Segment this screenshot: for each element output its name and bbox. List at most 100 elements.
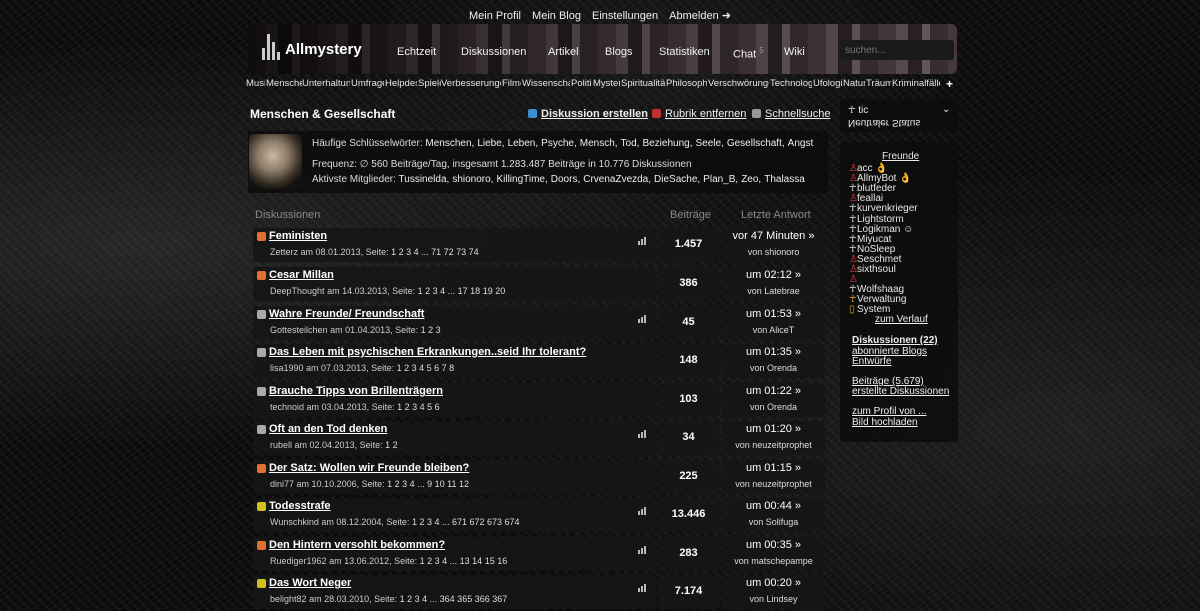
thread-last-time[interactable]: um 00:35 » (722, 539, 825, 551)
category-helpdesk[interactable]: Helpdesk (385, 78, 417, 89)
speaker-icon[interactable] (638, 315, 646, 323)
thread-title[interactable]: Todesstrafe (269, 500, 331, 512)
thread-last-author[interactable]: von Orenda (722, 363, 825, 373)
user-status[interactable]: Neutraler Status (848, 117, 920, 128)
thread-author[interactable]: dini77 (270, 479, 294, 489)
thread-pages[interactable]: 1 2 3 4 ... 17 18 19 20 (418, 286, 506, 296)
speaker-icon[interactable] (638, 584, 646, 592)
thread-author[interactable]: DeepThought (270, 286, 325, 296)
top-nav-blog[interactable]: Mein Blog (532, 10, 581, 22)
thread-author[interactable]: rubell (270, 440, 292, 450)
thread-title[interactable]: Feministen (269, 230, 327, 242)
thread-last-author[interactable]: von AliceT (722, 325, 825, 335)
member-link[interactable]: shionoro, (452, 174, 493, 185)
member-link[interactable]: Thalassa (764, 174, 805, 185)
thread-last-time[interactable]: um 02:12 » (722, 269, 825, 281)
sidebar-discussions-link[interactable]: Diskussionen (22) (852, 335, 938, 346)
search-input[interactable] (840, 40, 954, 60)
top-nav-profile[interactable]: Mein Profil (469, 10, 521, 22)
keyword-link[interactable]: Leben, (508, 138, 539, 149)
member-link[interactable]: Plan_B, (703, 174, 738, 185)
thread-author[interactable]: Wunschkind (270, 517, 319, 527)
keyword-link[interactable]: Beziehung, (642, 138, 692, 149)
sidebar-upload-link[interactable]: Bild hochladen (852, 417, 918, 428)
thread-title[interactable]: Das Leben mit psychischen Erkrankungen..… (269, 346, 586, 358)
thread-title[interactable]: Der Satz: Wollen wir Freunde bleiben? (269, 462, 469, 474)
nav-chat[interactable]: Chat 5 (733, 46, 764, 61)
category-technologie[interactable]: Technologie (770, 78, 812, 89)
thread-last-time[interactable]: um 00:44 » (722, 500, 825, 512)
friends-title[interactable]: Freunde (882, 151, 919, 162)
keyword-link[interactable]: Tod, (621, 138, 640, 149)
speaker-icon[interactable] (638, 507, 646, 515)
history-link[interactable]: zum Verlauf (875, 314, 928, 325)
category-spiele[interactable]: Spiele (418, 78, 441, 89)
thread-last-author[interactable]: von matschepampe (722, 556, 825, 566)
thread-author[interactable]: belight82 (270, 594, 307, 604)
member-link[interactable]: KillingTime, (496, 174, 547, 185)
member-link[interactable]: CrvenaZvezda, (583, 174, 651, 185)
thread-title[interactable]: Oft an den Tod denken (269, 423, 387, 435)
create-discussion-button[interactable]: Diskussion erstellen (528, 108, 648, 120)
category-wissenschaft[interactable]: Wissenschaft (522, 78, 570, 89)
category-spiritualitaet[interactable]: Spiritualität (621, 78, 665, 89)
sidebar-created-link[interactable]: erstellte Diskussionen (852, 386, 949, 397)
thread-title[interactable]: Cesar Millan (269, 269, 334, 281)
thread-last-time[interactable]: um 01:53 » (722, 308, 825, 320)
speaker-icon[interactable] (638, 430, 646, 438)
nav-diskussionen[interactable]: Diskussionen (461, 46, 526, 58)
keyword-link[interactable]: Gesellschaft, (727, 138, 785, 149)
thread-author[interactable]: Zetterz (270, 247, 298, 257)
category-natur[interactable]: Natur (843, 78, 865, 89)
member-link[interactable]: Doors, (551, 174, 580, 185)
thread-title[interactable]: Wahre Freunde/ Freundschaft (269, 308, 424, 320)
sidebar-drafts-link[interactable]: Entwürfe (852, 356, 891, 367)
chevron-down-icon[interactable]: ⌄ (942, 104, 950, 115)
thread-last-author[interactable]: von Orenda (722, 402, 825, 412)
keyword-link[interactable]: Seele, (695, 138, 723, 149)
category-traeume[interactable]: Träume (866, 78, 891, 89)
category-menschen[interactable]: Menschen (266, 78, 302, 89)
speaker-icon[interactable] (638, 237, 646, 245)
thread-pages[interactable]: 1 2 3 4 ... 9 10 11 12 (387, 479, 469, 489)
member-link[interactable]: Zeo, (741, 174, 761, 185)
member-link[interactable]: DieSache, (654, 174, 700, 185)
keyword-link[interactable]: Angst (788, 138, 814, 149)
thread-last-time[interactable]: um 01:15 » (722, 462, 825, 474)
thread-author[interactable]: Gottesteilchen (270, 325, 328, 335)
logo-icon[interactable] (262, 34, 280, 60)
thread-pages[interactable]: 1 2 3 4 ... 71 72 73 74 (391, 247, 479, 257)
sidebar-profile-link[interactable]: zum Profil von ... (852, 406, 926, 417)
thread-last-author[interactable]: von Solifuga (722, 517, 825, 527)
thread-author[interactable]: lisa1990 (270, 363, 304, 373)
category-ufologie[interactable]: Ufologie (813, 78, 842, 89)
thread-pages[interactable]: 1 2 3 4 5 6 7 8 (397, 363, 455, 373)
top-nav-settings[interactable]: Einstellungen (592, 10, 658, 22)
member-link[interactable]: Tussinelda, (399, 174, 450, 185)
nav-blogs[interactable]: Blogs (605, 46, 633, 58)
thread-title[interactable]: Den Hintern versohlt bekommen? (269, 539, 445, 551)
remove-category-button[interactable]: Rubrik entfernen (652, 108, 746, 120)
brand-name[interactable]: Allmystery (285, 41, 362, 58)
category-umfragen[interactable]: Umfragen (351, 78, 384, 89)
nav-wiki[interactable]: Wiki (784, 46, 805, 58)
nav-statistiken[interactable]: Statistiken (659, 46, 710, 58)
keyword-link[interactable]: Psyche, (541, 138, 577, 149)
keyword-link[interactable]: Mensch, (580, 138, 618, 149)
thread-author[interactable]: technoid (270, 402, 304, 412)
category-verschwoerungen[interactable]: Verschwörungen (708, 78, 769, 89)
category-philosophie[interactable]: Philosophie (666, 78, 707, 89)
thread-last-author[interactable]: von Lindsey (722, 594, 825, 604)
keyword-link[interactable]: Liebe, (477, 138, 504, 149)
thread-title[interactable]: Brauche Tipps von Brillenträgern (269, 385, 443, 397)
thread-pages[interactable]: 1 2 3 4 ... 13 14 15 16 (420, 556, 508, 566)
category-mystery[interactable]: Mystery (593, 78, 620, 89)
thread-pages[interactable]: 1 2 3 (421, 325, 441, 335)
thread-last-time[interactable]: um 01:20 » (722, 423, 825, 435)
category-politik[interactable]: Politik (571, 78, 592, 89)
thread-pages[interactable]: 1 2 3 4 5 6 (397, 402, 440, 412)
thread-last-time[interactable]: um 01:22 » (722, 385, 825, 397)
keyword-link[interactable]: Menschen, (425, 138, 474, 149)
quick-search-button[interactable]: Schnellsuche (752, 108, 830, 120)
thread-last-time[interactable]: um 01:35 » (722, 346, 825, 358)
